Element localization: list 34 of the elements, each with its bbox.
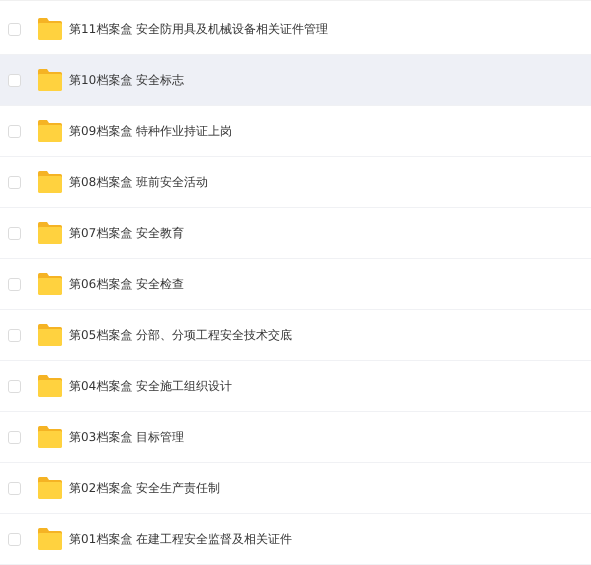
checkbox[interactable] <box>8 124 21 138</box>
folder-name: 第04档案盒 安全施工组织设计 <box>69 378 232 394</box>
folder-name: 第05档案盒 分部、分项工程安全技术交底 <box>69 326 292 344</box>
folder-icon <box>38 222 62 244</box>
folder-name: 第09档案盒 特种作业持证上岗 <box>69 122 232 140</box>
folder-icon <box>38 273 62 295</box>
folder-icon <box>38 18 62 40</box>
checkbox[interactable] <box>8 74 21 86</box>
checkbox[interactable] <box>8 176 21 188</box>
checkbox[interactable] <box>8 278 21 290</box>
checkbox[interactable] <box>8 430 21 444</box>
folder-name: 第08档案盒 班前安全活动 <box>69 174 208 190</box>
folder-icon <box>38 528 62 550</box>
folder-name: 第07档案盒 安全教育 <box>69 224 184 242</box>
checkbox[interactable] <box>8 22 21 36</box>
checkbox[interactable] <box>8 532 21 546</box>
checkbox[interactable] <box>8 226 21 240</box>
folder-name: 第01档案盒 在建工程安全监督及相关证件 <box>69 530 292 548</box>
checkbox[interactable] <box>8 380 21 392</box>
folder-row[interactable]: 第10档案盒 安全标志 <box>0 55 591 106</box>
folder-name: 第10档案盒 安全标志 <box>69 72 184 88</box>
folder-icon <box>38 120 62 142</box>
checkbox[interactable] <box>8 482 21 494</box>
folder-icon <box>38 426 62 448</box>
checkbox[interactable] <box>8 328 21 342</box>
folder-name: 第03档案盒 目标管理 <box>69 428 184 446</box>
folder-icon <box>38 69 62 91</box>
folder-icon <box>38 171 62 193</box>
folder-name: 第06档案盒 安全检查 <box>69 276 184 292</box>
folder-icon <box>38 375 62 397</box>
folder-icon <box>38 324 62 346</box>
folder-icon <box>38 477 62 499</box>
folder-name: 第02档案盒 安全生产责任制 <box>69 480 220 496</box>
folder-name: 第11档案盒 安全防用具及机械设备相关证件管理 <box>69 20 328 38</box>
